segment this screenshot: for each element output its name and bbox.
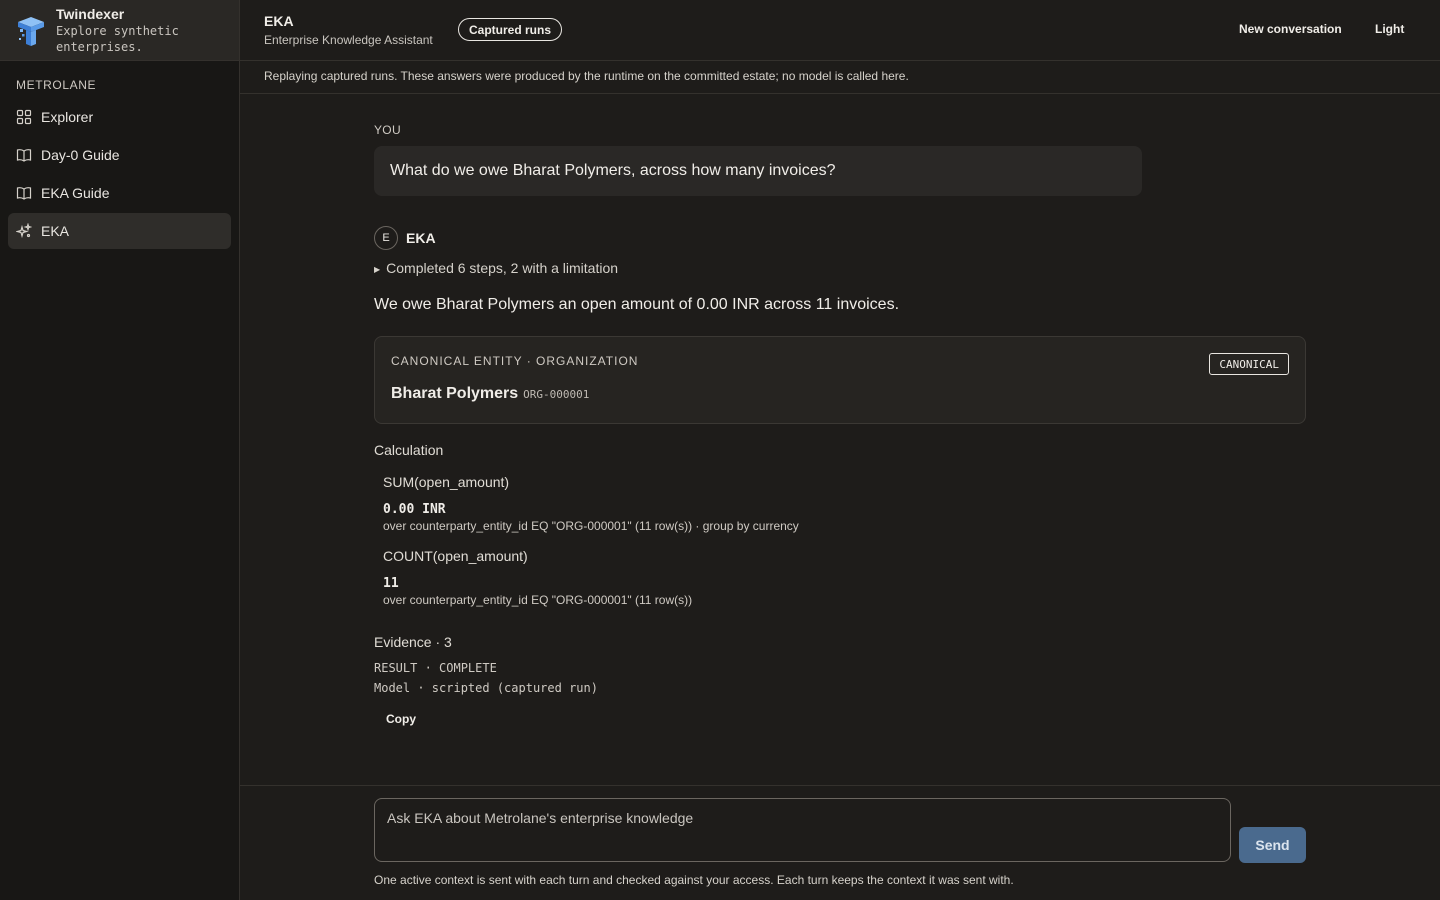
context-footnote: One active context is sent with each tur…	[374, 873, 1014, 887]
user-label: YOU	[374, 123, 401, 137]
calculation-title: Calculation	[374, 442, 444, 458]
send-button[interactable]: Send	[1239, 827, 1306, 863]
evidence-summary[interactable]: Evidence · 3	[374, 634, 452, 650]
calculation-filter: over counterparty_entity_id EQ "ORG-0000…	[383, 593, 693, 607]
brand-header[interactable]: Twindexer Explore synthetic enterprises.	[0, 0, 239, 61]
entity-name-row: Bharat Polymers ORG-000001	[391, 385, 589, 403]
calculation-item: COUNT(open_amount) 11 over counterparty_…	[383, 548, 1083, 607]
replay-banner: Replaying captured runs. These answers w…	[240, 61, 1440, 94]
result-status: RESULT · COMPLETE	[374, 661, 497, 675]
page-title: EKA	[264, 13, 294, 29]
steps-disclosure[interactable]: ▶ Completed 6 steps, 2 with a limitation	[374, 260, 618, 276]
twindexer-logo-icon	[18, 17, 44, 46]
assistant-header: E EKA	[374, 226, 436, 250]
sparkle-icon	[16, 223, 32, 239]
sidebar-item-eka[interactable]: EKA	[8, 213, 231, 249]
captured-runs-badge: Captured runs	[458, 18, 563, 41]
calculation-item: SUM(open_amount) 0.00 INR over counterpa…	[383, 474, 1083, 533]
entity-id: ORG-000001	[523, 388, 590, 401]
assistant-avatar: E	[374, 226, 398, 250]
theme-toggle-button[interactable]: Light	[1375, 22, 1404, 36]
sidebar-item-label: EKA	[41, 223, 70, 239]
assistant-name: EKA	[406, 230, 436, 246]
grid-icon	[16, 109, 32, 125]
sidebar-item-explorer[interactable]: Explorer	[8, 99, 231, 135]
copy-button[interactable]: Copy	[386, 712, 416, 726]
assistant-answer: We owe Bharat Polymers an open amount of…	[374, 296, 900, 313]
sidebar-item-day0-guide[interactable]: Day-0 Guide	[8, 137, 231, 173]
top-header: EKA Enterprise Knowledge Assistant Captu…	[240, 0, 1440, 61]
calculation-function: SUM(open_amount)	[383, 474, 510, 490]
user-message: What do we owe Bharat Polymers, across h…	[374, 146, 1142, 196]
book-icon	[16, 187, 32, 200]
sidebar-item-eka-guide[interactable]: EKA Guide	[8, 175, 231, 211]
sidebar-item-label: EKA Guide	[41, 185, 110, 201]
page-subtitle: Enterprise Knowledge Assistant	[264, 33, 433, 47]
book-icon	[16, 149, 32, 162]
calculation-value: 0.00 INR	[383, 502, 446, 517]
new-conversation-button[interactable]: New conversation	[1239, 22, 1342, 36]
steps-summary: Completed 6 steps, 2 with a limitation	[386, 260, 619, 276]
entity-name: Bharat Polymers	[391, 385, 519, 402]
caret-right-icon: ▶	[374, 264, 381, 274]
calculation-function: COUNT(open_amount)	[383, 548, 528, 564]
brand-subtitle: Explore synthetic enterprises.	[56, 24, 179, 54]
model-info: Model · scripted (captured run)	[374, 681, 598, 695]
sidebar-nav: Explorer Day-0 Guide EKA Guide EKA	[8, 99, 231, 251]
message-input[interactable]	[374, 798, 1231, 862]
entity-card[interactable]: CANONICAL ENTITY · ORGANIZATION Bharat P…	[374, 336, 1306, 424]
sidebar-section-label: METROLANE	[16, 78, 97, 92]
canonical-badge: CANONICAL	[1209, 353, 1289, 375]
sidebar-item-label: Day-0 Guide	[41, 147, 120, 163]
calculation-value: 11	[383, 576, 399, 591]
sidebar-item-label: Explorer	[41, 109, 94, 125]
composer: Send One active context is sent with eac…	[240, 785, 1440, 900]
brand-title: Twindexer	[56, 6, 125, 22]
calculation-filter: over counterparty_entity_id EQ "ORG-0000…	[383, 519, 799, 533]
entity-kind: CANONICAL ENTITY · ORGANIZATION	[391, 354, 639, 368]
sidebar: Twindexer Explore synthetic enterprises.…	[0, 0, 240, 900]
